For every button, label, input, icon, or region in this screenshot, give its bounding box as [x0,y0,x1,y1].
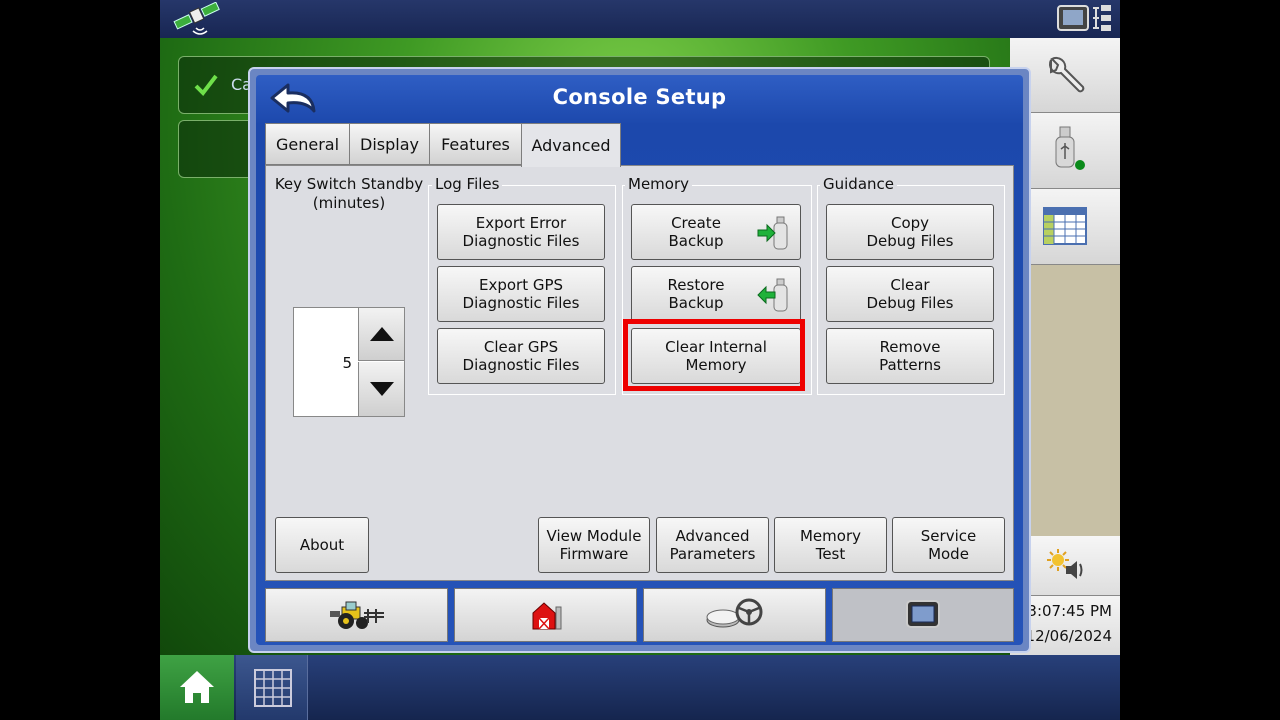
table-icon [1043,207,1087,245]
guidance-label: Guidance [820,175,897,193]
button-label: Clear [890,276,930,294]
button-label: View Module [546,527,642,545]
button-label: Remove [879,338,941,356]
wrench-icon [1048,56,1085,93]
log-files-label: Log Files [432,175,503,193]
advanced-panel: Key Switch Standby (minutes) 5 Log Files [265,165,1014,581]
tab-general[interactable]: General [265,123,350,165]
remove-patterns-button[interactable]: Remove Patterns [826,328,994,384]
increment-button[interactable] [358,308,404,361]
tab-label: Features [441,134,510,154]
button-label: Backup [668,294,724,312]
button-label: Patterns [879,356,941,374]
monitor-icon [906,600,940,628]
button-label: Diagnostic Files [462,356,580,374]
button-label: About [299,536,345,554]
display-screen: Ca 3:07:45 PM 12/06/2024 Console Setup G… [160,0,1120,720]
key-switch-label-line1: Key Switch Standby [274,175,424,193]
button-label: Debug Files [866,294,954,312]
button-label: Diagnostic Files [462,232,580,250]
key-switch-label: Key Switch Standby (minutes) [274,175,424,213]
check-icon [194,74,218,97]
button-label: Memory [799,527,861,545]
grid-icon [254,669,292,707]
home-button[interactable] [160,655,234,720]
farm-setup-button[interactable] [454,588,637,642]
clear-debug-files-button[interactable]: Clear Debug Files [826,266,994,322]
button-label: Export GPS [478,276,564,294]
tab-label: General [275,134,340,154]
button-label: Mode [928,545,969,563]
button-label: Clear GPS [483,338,559,356]
clock-date: 12/06/2024 [1025,627,1112,645]
about-button[interactable]: About [275,517,369,573]
button-label: Firmware [559,545,629,563]
service-mode-button[interactable]: Service Mode [892,517,1005,573]
export-error-diagnostic-files-button[interactable]: Export Error Diagnostic Files [437,204,605,260]
button-label: Debug Files [866,232,954,250]
tab-display[interactable]: Display [349,123,430,165]
display-layout-icon[interactable] [1055,3,1115,35]
highlight-box [623,319,805,391]
tractor-icon [329,601,384,629]
arrow-up-icon [369,327,394,341]
top-status-bar [160,0,1120,38]
tab-label: Advanced [531,136,611,155]
apps-button[interactable] [236,655,308,720]
button-label: Parameters [669,545,756,563]
button-label: Advanced [675,527,750,545]
steering-receiver-icon [706,598,762,628]
copy-debug-files-button[interactable]: Copy Debug Files [826,204,994,260]
button-label: Diagnostic Files [462,294,580,312]
key-switch-value[interactable]: 5 [294,354,352,372]
clear-gps-diagnostic-files-button[interactable]: Clear GPS Diagnostic Files [437,328,605,384]
view-module-firmware-button[interactable]: View Module Firmware [538,517,650,573]
equipment-setup-button[interactable] [265,588,448,642]
system-setup-button[interactable] [832,588,1014,642]
tab-features[interactable]: Features [429,123,522,165]
tab-label: Display [360,134,419,154]
bottom-bar [160,655,1120,720]
arrow-down-icon [369,382,394,396]
button-label: Copy [890,214,930,232]
button-label: Service [920,527,977,545]
usb-drive-icon [1055,126,1085,170]
clock-time: 3:07:45 PM [1027,602,1112,620]
memory-label: Memory [625,175,693,193]
brightness-volume-icon [1047,549,1083,579]
button-label: Export Error [475,214,567,232]
advanced-parameters-button[interactable]: Advanced Parameters [656,517,769,573]
button-label: Backup [668,232,724,250]
barn-icon [532,602,561,630]
setup-category-nav [265,588,1014,642]
button-label: Test [815,545,846,563]
button-label: Restore [667,276,725,294]
usb-export-icon [757,216,788,250]
dialog-body: Console Setup General Display Features A… [256,75,1023,645]
dialog-title: Console Setup [552,85,727,109]
guidance-setup-button[interactable] [643,588,826,642]
satellite-icon[interactable] [170,1,226,36]
home-icon [180,671,214,703]
console-setup-dialog: Console Setup General Display Features A… [248,67,1031,653]
memory-test-button[interactable]: Memory Test [774,517,887,573]
decrement-button[interactable] [358,362,404,416]
key-switch-stepper: 5 [293,307,405,417]
tab-advanced[interactable]: Advanced [521,123,621,167]
button-label: Create [671,214,721,232]
create-backup-button[interactable]: Create Backup [631,204,801,260]
usb-import-icon [757,278,788,312]
key-switch-label-line2: (minutes) [312,194,386,212]
export-gps-diagnostic-files-button[interactable]: Export GPS Diagnostic Files [437,266,605,322]
restore-backup-button[interactable]: Restore Backup [631,266,801,322]
